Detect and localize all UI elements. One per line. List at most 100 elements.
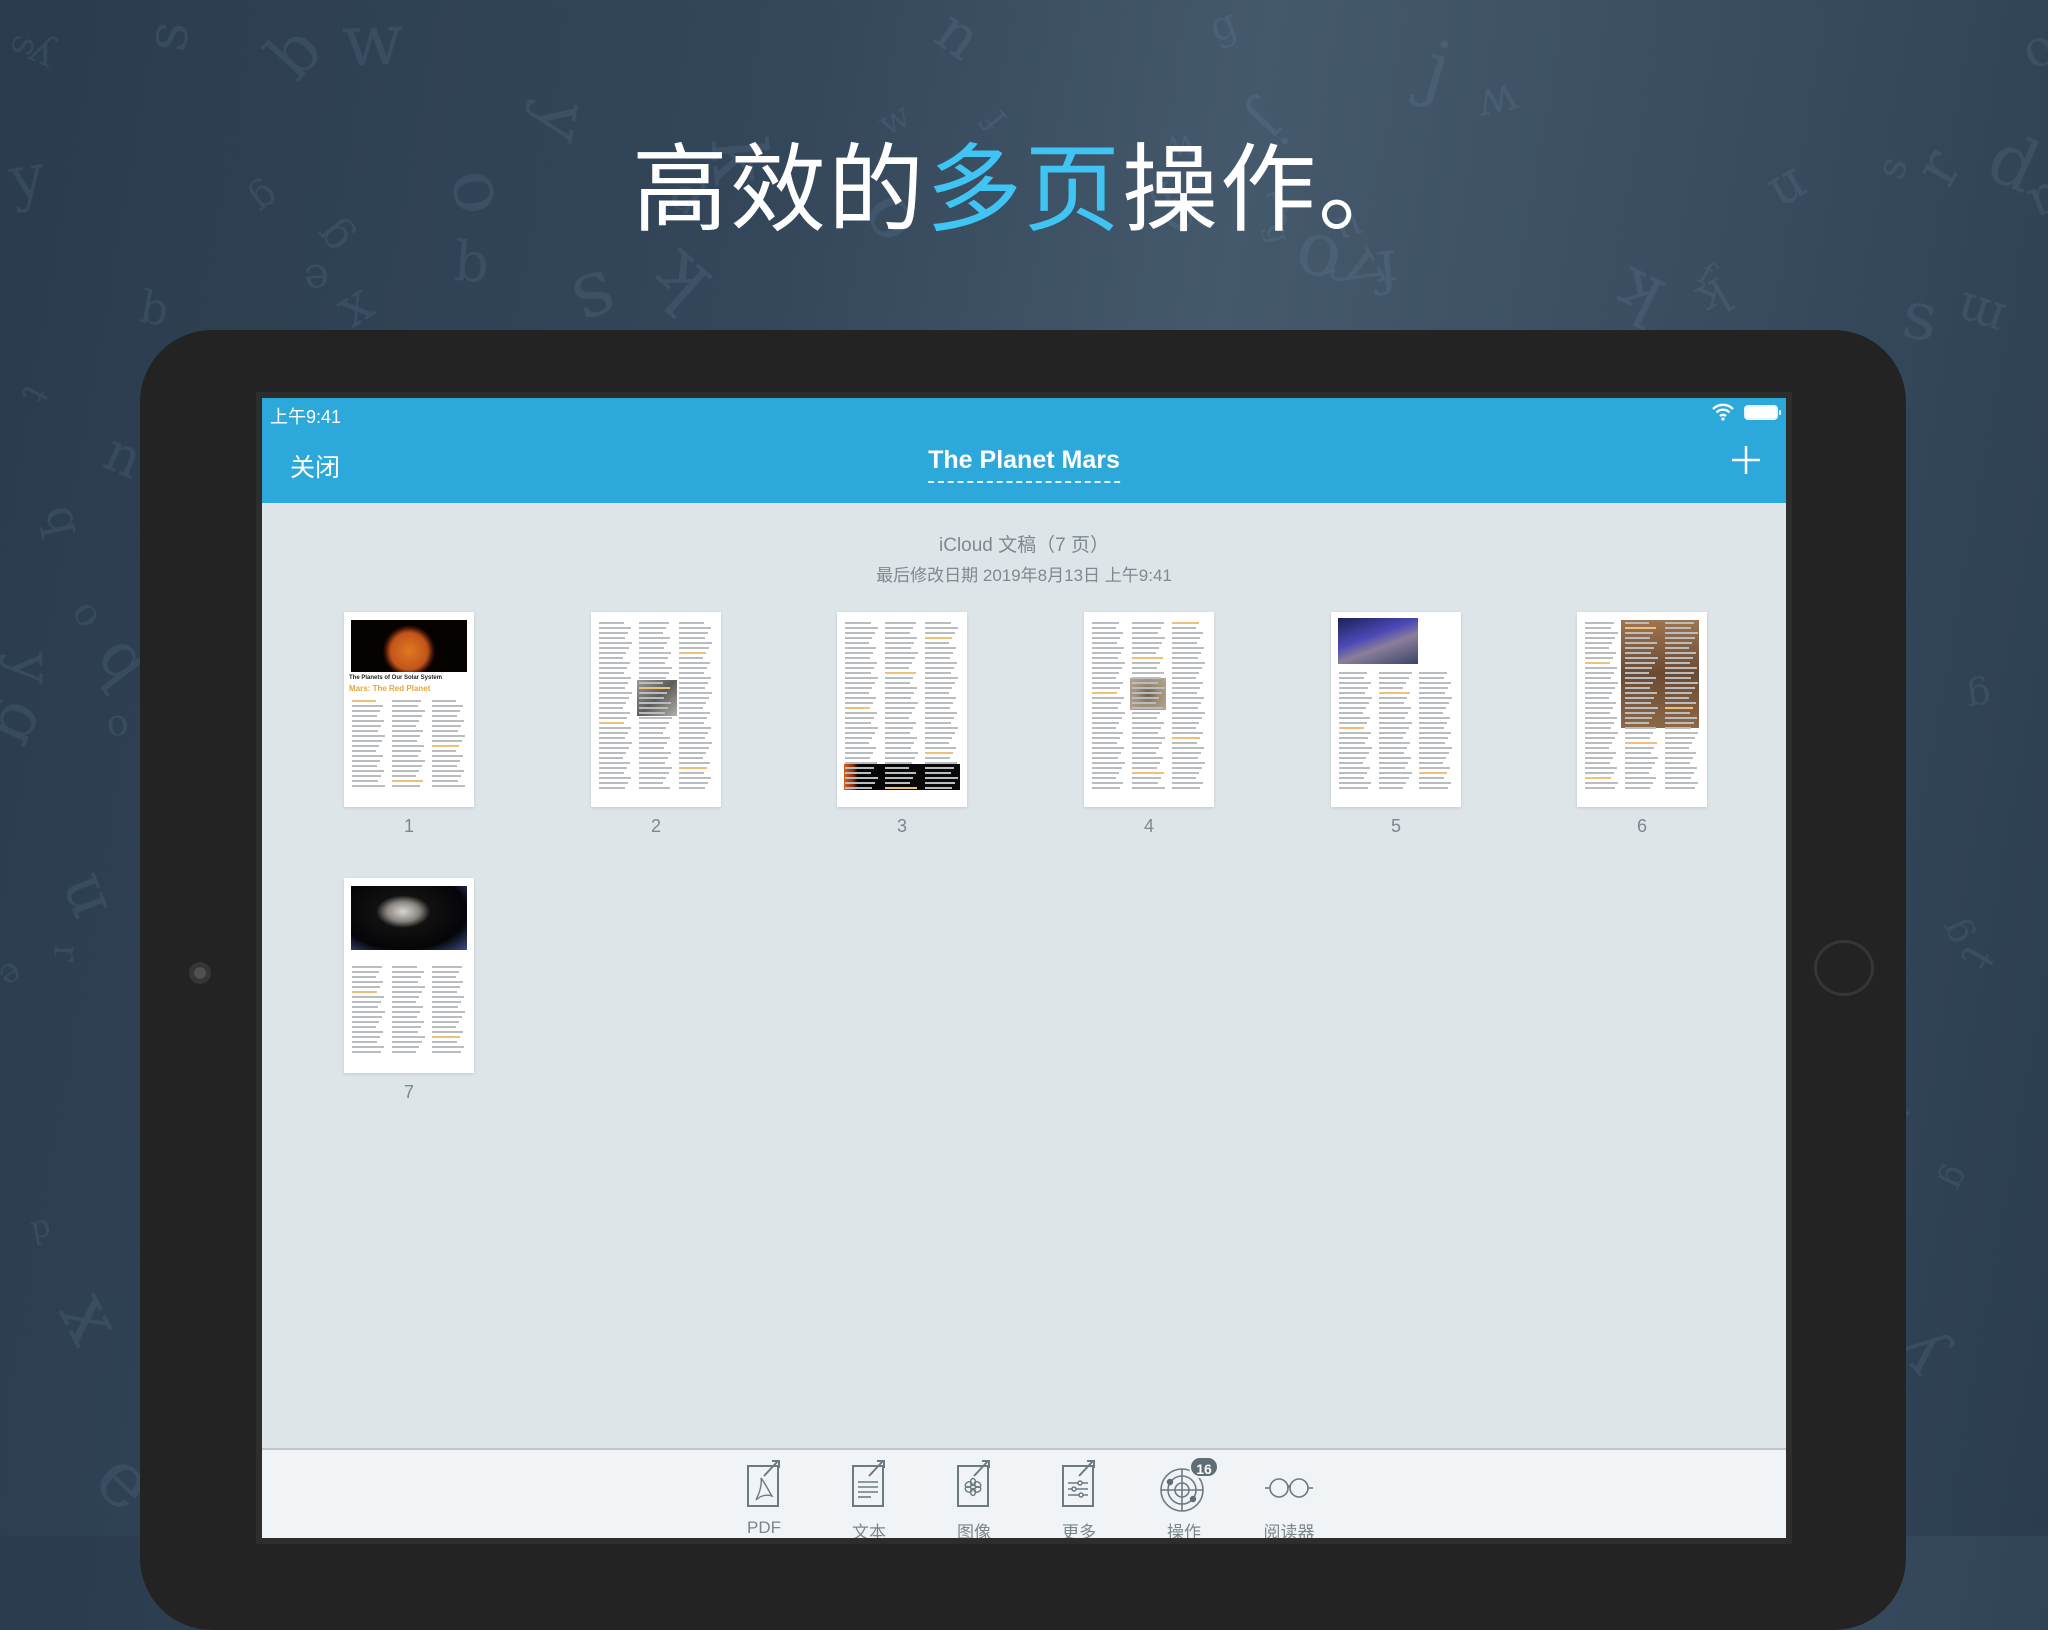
background-letter: k bbox=[1688, 265, 1741, 328]
page-text-column bbox=[392, 700, 426, 790]
status-bar: 上午9:41 bbox=[262, 398, 1786, 428]
toolbar-label: 更多 bbox=[1062, 1523, 1096, 1538]
spacecraft-over-planet-image bbox=[351, 886, 467, 950]
page-text-column bbox=[1585, 622, 1619, 792]
background-letter: b bbox=[250, 10, 338, 95]
headline-text-after: 操作。 bbox=[1122, 134, 1416, 246]
battery-icon bbox=[1744, 405, 1781, 420]
background-letter: w bbox=[340, 0, 406, 84]
pdf-export-icon bbox=[747, 1460, 780, 1507]
background-letter: f bbox=[1692, 255, 1720, 293]
toolbar-label: 阅读器 bbox=[1263, 1523, 1315, 1538]
page-thumbnail[interactable] bbox=[1331, 612, 1461, 807]
page-thumbnail[interactable] bbox=[591, 612, 721, 807]
background-letter: o bbox=[58, 594, 109, 639]
mars-terrain-blue-image bbox=[1338, 618, 1418, 664]
toolbar-pdf-button[interactable]: PDF bbox=[719, 1456, 809, 1538]
background-letter: g bbox=[1933, 1159, 1979, 1197]
background-letter: q bbox=[33, 499, 95, 542]
page-number-label: 1 bbox=[403, 816, 414, 836]
page-text-column bbox=[925, 622, 959, 792]
wifi-icon bbox=[1712, 403, 1734, 421]
page-thumbnail[interactable] bbox=[1577, 612, 1707, 807]
text-export-icon bbox=[852, 1460, 885, 1507]
page-subheading: Mars: The Red Planet bbox=[349, 684, 431, 693]
document-modified-date: 最后修改日期 2019年8月13日 上午9:41 bbox=[876, 566, 1172, 585]
background-letter: n bbox=[922, 0, 995, 75]
reader-glasses-icon bbox=[1265, 1478, 1313, 1498]
toolbar-label: 操作 bbox=[1167, 1523, 1201, 1538]
toolbar-reader-button[interactable]: 阅读器 bbox=[1244, 1456, 1334, 1538]
page-number-label: 5 bbox=[1390, 816, 1401, 836]
page-thumbnail[interactable] bbox=[344, 878, 474, 1073]
toolbar-label: 图像 bbox=[957, 1523, 991, 1538]
page-heading: The Planets of Our Solar System bbox=[349, 675, 443, 681]
page-text-column bbox=[432, 700, 466, 790]
page-text-column bbox=[352, 966, 386, 1056]
page-number-label: 7 bbox=[403, 1082, 414, 1102]
document-info: iCloud 文稿（7 页） 最后修改日期 2019年8月13日 上午9:41 bbox=[262, 530, 1786, 586]
background-letter: m bbox=[1949, 280, 2013, 350]
background-letter: k bbox=[632, 233, 727, 331]
export-toolbar: PDF 文本 图像 更多 16 操作 阅读器 bbox=[262, 1448, 1786, 1538]
page-text-column bbox=[1665, 622, 1699, 792]
background-letter: s bbox=[131, 17, 203, 55]
background-letter: r bbox=[45, 943, 87, 963]
page-text-column bbox=[1339, 672, 1373, 792]
background-letter: o bbox=[2011, 15, 2048, 83]
background-letter: g bbox=[1202, 0, 1244, 53]
page-number-label: 2 bbox=[650, 816, 661, 836]
page-text-column bbox=[432, 966, 466, 1056]
background-letter: b bbox=[135, 279, 174, 338]
navigation-bar: 关闭 The Planet Mars bbox=[262, 428, 1786, 503]
background-letter: e bbox=[0, 952, 31, 998]
background-letter: d bbox=[27, 1211, 55, 1251]
toolbar-text-button[interactable]: 文本 bbox=[824, 1456, 914, 1538]
home-button[interactable] bbox=[1814, 940, 1874, 996]
actions-count-badge: 16 bbox=[1189, 1456, 1219, 1478]
page-number-label: 6 bbox=[1636, 816, 1647, 836]
page-text-column bbox=[845, 622, 879, 792]
background-letter: g bbox=[1963, 674, 1995, 722]
page-text-column bbox=[1172, 622, 1206, 792]
front-camera bbox=[189, 962, 211, 984]
page-text-column bbox=[1092, 622, 1126, 792]
page-text-column bbox=[885, 622, 919, 792]
page-thumbnail[interactable]: The Planets of Our Solar System Mars: The… bbox=[344, 612, 474, 807]
toolbar-more-button[interactable]: 更多 bbox=[1034, 1456, 1124, 1538]
promo-headline: 高效的多页操作。 bbox=[0, 112, 2048, 251]
page-text-column bbox=[1379, 672, 1413, 792]
background-letter: y bbox=[0, 651, 65, 686]
more-export-icon bbox=[1062, 1460, 1095, 1507]
document-title[interactable]: The Planet Mars bbox=[928, 446, 1120, 483]
background-letter: t bbox=[13, 378, 57, 410]
background-letter: e bbox=[301, 252, 332, 306]
toolbar-image-button[interactable]: 图像 bbox=[929, 1456, 1019, 1538]
background-letter: s bbox=[0, 30, 50, 63]
background-letter: x bbox=[40, 1277, 142, 1359]
background-letter: g bbox=[0, 689, 66, 761]
background-letter: j bbox=[1414, 24, 1461, 114]
page-thumbnail[interactable] bbox=[1084, 612, 1214, 807]
toolbar-label: 文本 bbox=[852, 1523, 886, 1538]
toolbar-actions-button[interactable]: 16 操作 bbox=[1139, 1456, 1229, 1538]
headline-text-accent: 多页 bbox=[926, 134, 1122, 246]
document-location-pages: iCloud 文稿（7 页） bbox=[939, 535, 1109, 556]
background-letter: g bbox=[1930, 912, 1980, 953]
app-screen: 上午9:41 关闭 The Planet Mars iCloud 文稿（7 页）… bbox=[256, 392, 1792, 1544]
page-text-column bbox=[392, 966, 426, 1056]
close-button[interactable]: 关闭 bbox=[290, 448, 340, 484]
page-text-column bbox=[1625, 622, 1659, 792]
plus-icon[interactable] bbox=[1728, 442, 1764, 478]
image-export-icon bbox=[957, 1460, 990, 1507]
page-text-column bbox=[599, 622, 633, 792]
page-text-column bbox=[639, 622, 673, 792]
page-text-column bbox=[352, 700, 386, 790]
background-letter: s bbox=[1897, 274, 1943, 358]
mars-planet-image bbox=[351, 620, 467, 672]
page-thumbnail[interactable] bbox=[837, 612, 967, 807]
headline-text-before: 高效的 bbox=[632, 134, 926, 246]
status-time: 上午9:41 bbox=[270, 407, 342, 427]
background-letter: t bbox=[1950, 936, 2007, 980]
page-number-label: 4 bbox=[1143, 816, 1154, 836]
